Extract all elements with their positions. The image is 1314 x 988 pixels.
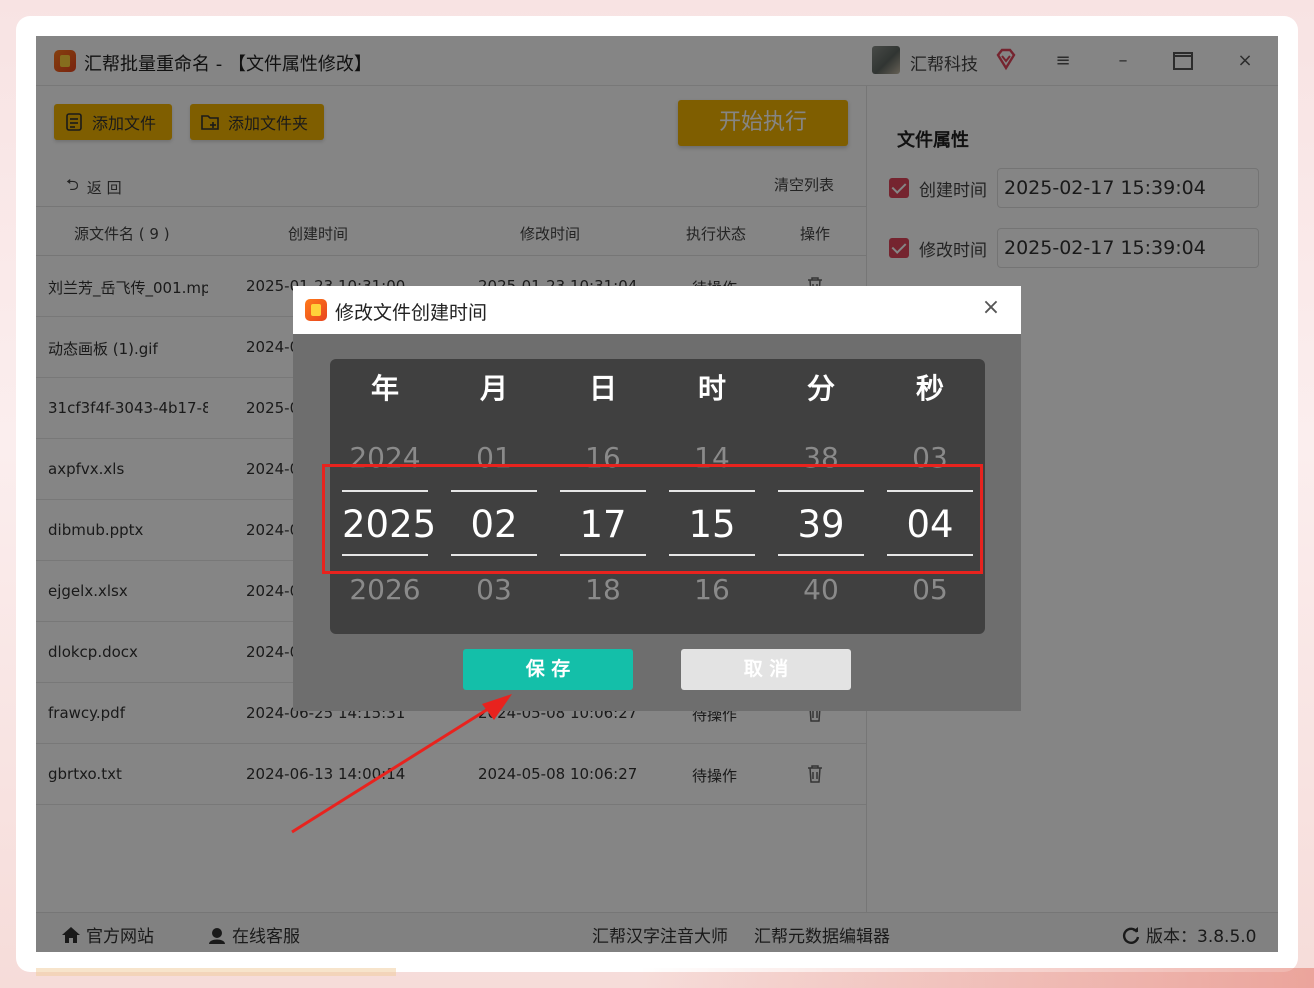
dialog-header: 修改文件创建时间 × <box>293 286 1021 334</box>
minute-label: 分 <box>806 372 835 405</box>
month-label: 月 <box>479 372 508 405</box>
day-next[interactable]: 18 <box>560 573 646 606</box>
app-window: 汇帮批量重命名 - 【文件属性修改】 汇帮科技 ≡ – × 添加文件 添加文件夹… <box>36 36 1278 952</box>
month-next[interactable]: 03 <box>451 573 537 606</box>
hour-label: 时 <box>697 372 726 405</box>
decorative-glow-right <box>640 968 1314 988</box>
hour-next[interactable]: 16 <box>669 573 755 606</box>
dialog-title: 修改文件创建时间 <box>335 302 488 324</box>
minute-next[interactable]: 40 <box>778 573 864 606</box>
selection-highlight-box <box>322 464 983 574</box>
year-label: 年 <box>370 372 399 405</box>
decorative-glow-left <box>36 968 396 976</box>
second-next[interactable]: 05 <box>887 573 973 606</box>
save-button[interactable]: 保 存 <box>463 649 633 690</box>
day-label: 日 <box>588 372 617 405</box>
second-label: 秒 <box>915 372 944 405</box>
year-next[interactable]: 2026 <box>342 573 428 606</box>
dialog-close-icon[interactable]: × <box>979 296 1003 320</box>
edit-created-time-dialog: 修改文件创建时间 × 年 2024 2025 2026 月 01 02 03 日 <box>293 286 1021 711</box>
cancel-button[interactable]: 取 消 <box>681 649 851 690</box>
datetime-picker: 年 2024 2025 2026 月 01 02 03 日 16 17 18 时… <box>322 359 985 634</box>
dialog-logo-icon <box>305 299 327 321</box>
